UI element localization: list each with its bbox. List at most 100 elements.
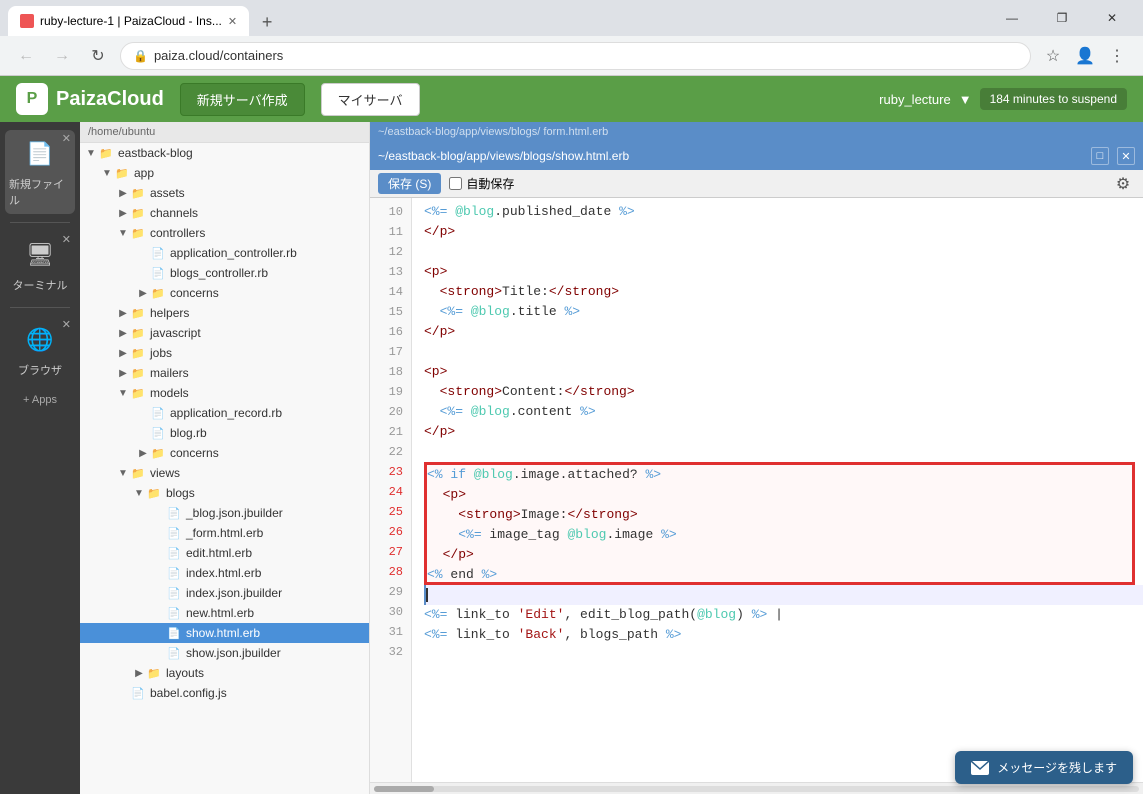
close-button[interactable]: ✕: [1089, 0, 1135, 36]
code-line-17: [424, 342, 1143, 362]
my-server-button[interactable]: マイサーバ: [321, 83, 420, 116]
tree-item-channels[interactable]: 📁 channels: [80, 203, 369, 223]
tree-item-blogs-controller[interactable]: 📄 blogs_controller.rb: [80, 263, 369, 283]
line-num-29: 29: [370, 582, 411, 602]
editor-restore-button[interactable]: □: [1091, 147, 1109, 165]
bookmark-button[interactable]: ☆: [1039, 42, 1067, 70]
tree-item-edit-erb[interactable]: 📄 edit.html.erb: [80, 543, 369, 563]
sidebar-close-newfile[interactable]: ✕: [62, 132, 71, 145]
tree-item-blogs[interactable]: 📁 blogs: [80, 483, 369, 503]
tree-label-assets: assets: [150, 186, 185, 200]
autosave-checkbox[interactable]: 自動保存: [449, 175, 514, 192]
tree-item-show-erb[interactable]: 📄 show.html.erb: [80, 623, 369, 643]
message-icon: [971, 761, 989, 775]
folder-icon-views: 📁: [130, 465, 146, 481]
sidebar-close-browser[interactable]: ✕: [62, 318, 71, 331]
tree-item-javascript[interactable]: 📁 javascript: [80, 323, 369, 343]
scrollbar-thumb[interactable]: [374, 786, 434, 792]
profile-button[interactable]: 👤: [1071, 42, 1099, 70]
file-icon-show-erb: 📄: [166, 625, 182, 641]
file-icon-blog-json: 📄: [166, 505, 182, 521]
file-icon-babel: 📄: [130, 685, 146, 701]
add-apps-button[interactable]: + Apps: [5, 388, 75, 412]
tree-item-concerns-c[interactable]: 📁 concerns: [80, 283, 369, 303]
tab-close-button[interactable]: ✕: [228, 15, 237, 28]
editor-close-button[interactable]: ✕: [1117, 147, 1135, 165]
arrow-jobs: [116, 348, 130, 359]
code-line-22: [424, 442, 1143, 462]
tree-item-blog-rb[interactable]: 📄 blog.rb: [80, 423, 369, 443]
tree-item-app[interactable]: 📁 app: [80, 163, 369, 183]
tree-item-jobs[interactable]: 📁 jobs: [80, 343, 369, 363]
paiza-logo-icon: P: [16, 83, 48, 115]
tree-item-app-record[interactable]: 📄 application_record.rb: [80, 403, 369, 423]
line-num-14: 14: [370, 282, 411, 302]
tree-item-index-erb[interactable]: 📄 index.html.erb: [80, 563, 369, 583]
code-line-13: <p>: [424, 262, 1143, 282]
tree-item-layouts[interactable]: 📁 layouts: [80, 663, 369, 683]
tree-item-eastback-blog[interactable]: 📁 eastback-blog: [80, 143, 369, 163]
code-container[interactable]: 10 11 12 13 14 15 16 17 18 19 20 21 22 2…: [370, 198, 1143, 782]
file-icon-app-controller: 📄: [150, 245, 166, 261]
maximize-button[interactable]: ❐: [1039, 0, 1085, 36]
tree-label-javascript: javascript: [150, 326, 201, 340]
file-icon-edit-erb: 📄: [166, 545, 182, 561]
address-bar[interactable]: 🔒 paiza.cloud/containers: [120, 42, 1031, 70]
tree-item-index-json[interactable]: 📄 index.json.jbuilder: [80, 583, 369, 603]
browser-tabs: ruby-lecture-1 | PaizaCloud - Ins... ✕ +: [8, 0, 281, 36]
file-icon-blogs-controller: 📄: [150, 265, 166, 281]
forward-button[interactable]: →: [48, 42, 76, 70]
paiza-logo-text: PaizaCloud: [56, 88, 164, 111]
folder-icon-app: 📁: [114, 165, 130, 181]
line-num-16: 16: [370, 322, 411, 342]
tree-item-mailers[interactable]: 📁 mailers: [80, 363, 369, 383]
minimize-button[interactable]: —: [989, 0, 1035, 36]
sidebar-item-terminal[interactable]: 🖥 ターミナル ✕: [5, 231, 75, 299]
autosave-input[interactable]: [449, 177, 462, 190]
sidebar-close-terminal[interactable]: ✕: [62, 233, 71, 246]
folder-icon-mailers: 📁: [130, 365, 146, 381]
newfile-icon: 📄: [19, 136, 61, 172]
code-line-23: <% if @blog.image.attached? %>: [427, 465, 1132, 485]
tree-item-views[interactable]: 📁 views: [80, 463, 369, 483]
tree-item-new-erb[interactable]: 📄 new.html.erb: [80, 603, 369, 623]
sidebar-item-browser[interactable]: 🌐 ブラウザ ✕: [5, 316, 75, 384]
tree-label-models: models: [150, 386, 189, 400]
new-tab-button[interactable]: +: [253, 8, 281, 36]
menu-button[interactable]: ⋮: [1103, 42, 1131, 70]
save-button[interactable]: 保存 (S): [378, 173, 441, 194]
inactive-tab-label[interactable]: ~/eastback-blog/app/views/blogs/ form.ht…: [378, 126, 608, 138]
code-lines[interactable]: <%= @blog.published_date %> </p> <p> <st…: [412, 198, 1143, 782]
tree-item-controllers[interactable]: 📁 controllers: [80, 223, 369, 243]
active-tab[interactable]: ruby-lecture-1 | PaizaCloud - Ins... ✕: [8, 6, 249, 36]
editor-area: ~/eastback-blog/app/views/blogs/ form.ht…: [370, 122, 1143, 794]
tree-item-app-controller[interactable]: 📄 application_controller.rb: [80, 243, 369, 263]
tree-item-models[interactable]: 📁 models: [80, 383, 369, 403]
tree-item-show-json[interactable]: 📄 show.json.jbuilder: [80, 643, 369, 663]
editor-toolbar: 保存 (S) 自動保存 ⚙: [370, 170, 1143, 198]
refresh-button[interactable]: ↻: [84, 42, 112, 70]
code-line-31: <%= link_to 'Back', blogs_path %>: [424, 625, 1143, 645]
tree-label-controllers: controllers: [150, 226, 205, 240]
gear-button[interactable]: ⚙: [1111, 172, 1135, 196]
tree-item-form-erb[interactable]: 📄 _form.html.erb: [80, 523, 369, 543]
tree-item-helpers[interactable]: 📁 helpers: [80, 303, 369, 323]
tree-label-views: views: [150, 466, 180, 480]
add-apps-label: + Apps: [23, 394, 57, 406]
tree-item-babel[interactable]: 📄 babel.config.js: [80, 683, 369, 703]
window-controls: — ❐ ✕: [989, 0, 1135, 36]
new-server-button[interactable]: 新規サーバ作成: [180, 83, 305, 116]
tab-title: ruby-lecture-1 | PaizaCloud - Ins...: [40, 14, 222, 28]
address-text: paiza.cloud/containers: [154, 48, 283, 63]
line-num-19: 19: [370, 382, 411, 402]
arrow-concerns-c: [136, 288, 150, 299]
tree-item-concerns-m[interactable]: 📁 concerns: [80, 443, 369, 463]
back-button[interactable]: ←: [12, 42, 40, 70]
message-button[interactable]: メッセージを残します: [955, 751, 1133, 784]
scrollbar-track[interactable]: [374, 786, 1139, 792]
message-label: メッセージを残します: [997, 759, 1117, 776]
arrow-models: [116, 388, 130, 399]
sidebar-item-newfile[interactable]: 📄 新規ファイル ✕: [5, 130, 75, 214]
tree-item-blog-json[interactable]: 📄 _blog.json.jbuilder: [80, 503, 369, 523]
tree-item-assets[interactable]: 📁 assets: [80, 183, 369, 203]
